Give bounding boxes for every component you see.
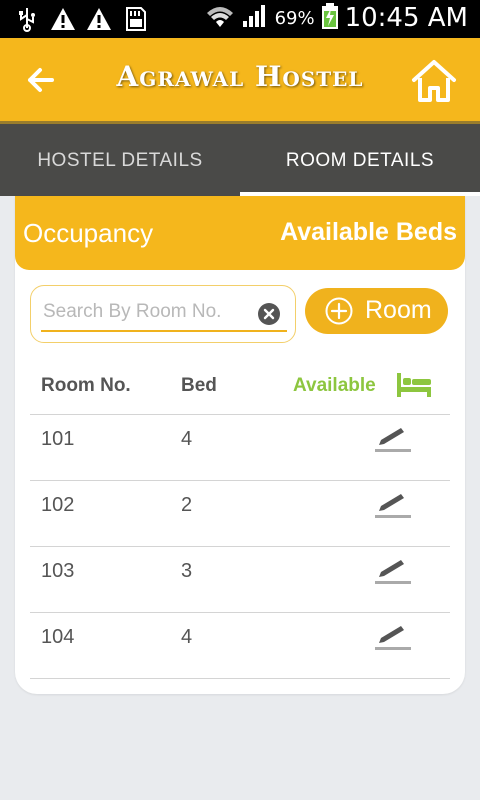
bed-icon bbox=[397, 373, 431, 397]
search-input[interactable] bbox=[41, 298, 255, 326]
bed-count: 2 bbox=[181, 494, 193, 516]
bed-count: 4 bbox=[181, 626, 193, 648]
clock: 10:45 AM bbox=[344, 3, 468, 33]
column-bed: Bed bbox=[181, 375, 217, 396]
room-details-card: Occupancy Available Beds Room Room No. B… bbox=[15, 196, 465, 694]
edit-room-button[interactable] bbox=[373, 422, 413, 454]
search-underline bbox=[41, 330, 287, 332]
app-bar: Agrawal Hostel bbox=[0, 38, 480, 124]
edit-room-button[interactable] bbox=[373, 620, 413, 652]
status-bar: 69% 10:45 AM bbox=[0, 0, 480, 38]
clear-icon bbox=[258, 303, 280, 325]
column-room-no: Room No. bbox=[41, 375, 131, 396]
table-row[interactable]: 101 4 bbox=[30, 414, 450, 481]
usb-icon bbox=[14, 6, 40, 32]
warning-icon bbox=[50, 6, 76, 32]
battery-charging-icon bbox=[321, 2, 339, 34]
occupancy-tab[interactable]: Occupancy bbox=[23, 218, 153, 249]
clear-search-button[interactable] bbox=[258, 303, 280, 325]
room-number: 101 bbox=[41, 428, 75, 450]
tab-hostel-details[interactable]: HOSTEL DETAILS bbox=[0, 124, 240, 196]
room-number: 104 bbox=[41, 626, 75, 648]
add-room-label: Room bbox=[365, 296, 432, 324]
signal-icon bbox=[241, 3, 269, 33]
bed-count: 4 bbox=[181, 428, 193, 450]
room-number: 102 bbox=[41, 494, 75, 516]
add-room-button[interactable]: Room bbox=[305, 288, 448, 334]
warning-icon bbox=[86, 6, 112, 32]
edit-icon bbox=[375, 560, 411, 584]
sd-card-icon bbox=[122, 6, 148, 32]
room-number: 103 bbox=[41, 560, 75, 582]
table-row[interactable]: 102 2 bbox=[30, 480, 450, 547]
table-header: Room No. Bed Available bbox=[30, 372, 450, 415]
search-box bbox=[30, 285, 296, 343]
edit-icon bbox=[375, 626, 411, 650]
available-beds-tab[interactable]: Available Beds bbox=[280, 218, 457, 247]
tab-room-details[interactable]: ROOM DETAILS bbox=[240, 124, 480, 196]
tab-bar: HOSTEL DETAILS ROOM DETAILS bbox=[0, 124, 480, 196]
column-available: Available bbox=[293, 375, 376, 396]
add-circle-icon bbox=[325, 297, 353, 325]
table-row[interactable]: 104 4 bbox=[30, 612, 450, 679]
bed-count: 3 bbox=[181, 560, 193, 582]
table-row[interactable]: 103 3 bbox=[30, 546, 450, 613]
battery-percent: 69% bbox=[274, 7, 315, 29]
edit-icon bbox=[375, 494, 411, 518]
status-left-icons bbox=[14, 6, 148, 32]
wifi-icon bbox=[205, 3, 235, 33]
home-icon bbox=[412, 60, 456, 102]
card-header: Occupancy Available Beds bbox=[15, 196, 465, 270]
status-right: 69% 10:45 AM bbox=[205, 2, 468, 34]
home-button[interactable] bbox=[410, 58, 458, 104]
edit-room-button[interactable] bbox=[373, 488, 413, 520]
edit-icon bbox=[375, 428, 411, 452]
edit-room-button[interactable] bbox=[373, 554, 413, 586]
page-title: Agrawal Hostel bbox=[116, 60, 364, 93]
